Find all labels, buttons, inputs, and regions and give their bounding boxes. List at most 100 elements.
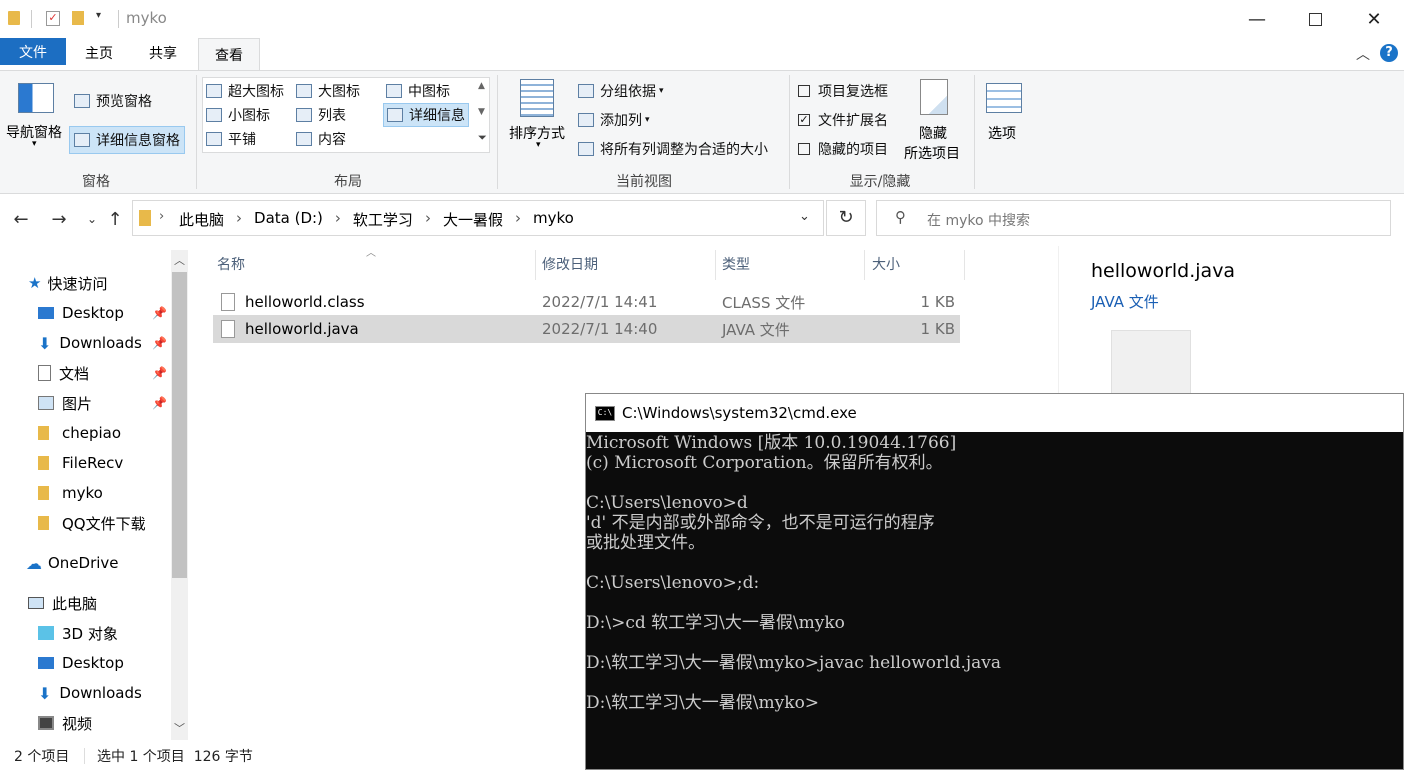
layout-tiles[interactable]: 平铺 xyxy=(206,129,256,149)
close-button[interactable]: ✕ xyxy=(1345,0,1403,38)
column-header-name[interactable]: 名称 xyxy=(217,254,245,276)
refresh-icon[interactable]: ↻ xyxy=(826,200,866,236)
sidebar-item-qq-downloads[interactable]: QQ文件下载 xyxy=(38,508,146,538)
breadcrumb-item[interactable]: Data (D:) xyxy=(254,209,323,230)
nav-pane-icon xyxy=(18,83,54,113)
column-separator[interactable] xyxy=(535,250,536,280)
options-icon xyxy=(986,83,1022,113)
sidebar-item-downloads-pc[interactable]: ⬇ Downloads xyxy=(38,678,142,708)
scroll-down-icon[interactable]: ▼ xyxy=(478,107,485,117)
scroll-up-icon[interactable]: ︿ xyxy=(174,252,185,268)
hidden-items-toggle[interactable]: 隐藏的项目 xyxy=(798,139,888,159)
separator xyxy=(974,75,975,189)
sidebar-item-label: chepiao xyxy=(62,424,122,442)
sidebar-item-3d-objects[interactable]: 3D 对象 xyxy=(38,618,118,648)
column-separator[interactable] xyxy=(964,250,965,280)
fit-columns-button[interactable]: 将所有列调整为合适的大小 xyxy=(578,139,768,159)
nav-pane-button[interactable]: 导航窗格 ▾ xyxy=(4,79,66,159)
chevron-down-icon[interactable]: ⌄ xyxy=(799,209,810,224)
sidebar-item-this-pc[interactable]: 此电脑 xyxy=(28,588,97,618)
tab-file[interactable]: 文件 xyxy=(0,38,66,65)
table-row[interactable]: helloworld.class 2022/7/1 14:41 CLASS 文件… xyxy=(213,288,960,316)
layout-details[interactable]: 详细信息 xyxy=(383,103,469,127)
breadcrumb-item[interactable]: 大一暑假 xyxy=(443,209,503,230)
sidebar-scrollbar[interactable]: ︿ ﹀ xyxy=(171,250,188,740)
maximize-button[interactable] xyxy=(1286,0,1344,38)
file-type: JAVA 文件 xyxy=(722,320,790,339)
back-arrow-icon[interactable]: ← xyxy=(7,204,35,234)
preview-pane-button[interactable]: 预览窗格 xyxy=(74,91,152,111)
column-separator[interactable] xyxy=(715,250,716,280)
chevron-down-icon[interactable]: ▾ xyxy=(96,10,101,21)
breadcrumb-item[interactable]: myko xyxy=(533,209,574,230)
folder-icon xyxy=(8,11,20,25)
sidebar-item-desktop[interactable]: Desktop xyxy=(38,298,124,328)
sidebar-item-onedrive[interactable]: ☁ OneDrive xyxy=(26,548,119,578)
breadcrumb-item[interactable]: 此电脑 xyxy=(179,209,224,230)
help-icon[interactable]: ? xyxy=(1380,44,1398,62)
sidebar-item-downloads[interactable]: ⬇ Downloads xyxy=(38,328,142,358)
checkbox[interactable] xyxy=(798,143,810,155)
scroll-up-icon[interactable]: ▲ xyxy=(478,81,485,91)
item-checkboxes-toggle[interactable]: 项目复选框 xyxy=(798,81,888,101)
sort-by-button[interactable]: 排序方式 ▾ xyxy=(504,77,572,157)
checkbox-checked[interactable]: ✓ xyxy=(798,114,810,126)
sidebar-item-label: myko xyxy=(62,484,103,502)
layout-small-icons[interactable]: 小图标 xyxy=(206,105,270,125)
hide-selected-icon xyxy=(920,79,948,115)
video-icon xyxy=(38,716,54,730)
minimize-button[interactable]: — xyxy=(1228,0,1286,38)
sidebar-item-pictures[interactable]: 图片 xyxy=(38,388,92,418)
layout-list[interactable]: 列表 xyxy=(296,105,346,125)
properties-icon[interactable]: ✓ xyxy=(46,11,60,26)
scrollbar-thumb[interactable] xyxy=(172,272,187,578)
search-input[interactable]: ⚲ 在 myko 中搜索 xyxy=(876,200,1391,236)
console-line: (c) Microsoft Corporation。保留所有权利。 xyxy=(586,453,943,473)
column-header-type[interactable]: 类型 xyxy=(722,254,750,276)
sidebar-item-label: QQ文件下载 xyxy=(62,514,146,533)
sidebar-item-myko[interactable]: myko xyxy=(38,478,103,508)
table-row-selected[interactable]: helloworld.java 2022/7/1 14:40 JAVA 文件 1… xyxy=(213,315,960,343)
column-header-modified[interactable]: 修改日期 xyxy=(542,254,598,276)
sidebar-item-chepiao[interactable]: chepiao xyxy=(38,418,121,448)
cmd-window[interactable]: C:\ C:\Windows\system32\cmd.exe Microsof… xyxy=(585,393,1404,770)
options-button[interactable]: 选项 xyxy=(982,79,1026,149)
scroll-down-icon[interactable]: ﹀ xyxy=(174,720,185,736)
tab-share[interactable]: 共享 xyxy=(134,38,192,68)
hide-selected-button[interactable]: 隐藏 所选项目 xyxy=(900,77,970,163)
layout-medium-icons[interactable]: 中图标 xyxy=(386,81,450,101)
cmd-title-bar[interactable]: C:\ C:\Windows\system32\cmd.exe xyxy=(586,394,1403,432)
sidebar-item-filerecv[interactable]: FileRecv xyxy=(38,448,123,478)
add-column-button[interactable]: 添加列 ▾ xyxy=(578,110,650,130)
console-line: C:\Users\lenovo>;d: xyxy=(586,573,760,593)
column-separator[interactable] xyxy=(864,250,865,280)
tab-home[interactable]: 主页 xyxy=(70,38,128,68)
sidebar-item-quick-access[interactable]: ★ 快速访问 xyxy=(28,268,107,298)
breadcrumb-item[interactable]: 软工学习 xyxy=(353,209,413,230)
layout-label: 小图标 xyxy=(228,108,270,124)
details-pane-label: 详细信息窗格 xyxy=(96,133,180,149)
preview-filename: helloworld.java xyxy=(1091,260,1236,282)
address-bar[interactable]: › 此电脑 › Data (D:) › 软工学习 › 大一暑假 › myko ⌄ xyxy=(132,200,824,236)
layout-content[interactable]: 内容 xyxy=(296,129,346,149)
layout-large-icons[interactable]: 大图标 xyxy=(296,81,360,101)
cmd-console[interactable]: Microsoft Windows [版本 10.0.19044.1766] (… xyxy=(586,432,1403,769)
expand-gallery-icon[interactable]: ⏷ xyxy=(478,131,487,145)
forward-arrow-icon[interactable]: → xyxy=(45,204,73,234)
column-header-size[interactable]: 大小 xyxy=(872,254,900,276)
file-extensions-toggle[interactable]: ✓ 文件扩展名 xyxy=(798,110,888,130)
up-arrow-icon[interactable]: ↑ xyxy=(101,204,129,234)
checkbox[interactable] xyxy=(798,85,810,97)
layout-label: 内容 xyxy=(318,132,346,148)
tab-view[interactable]: 查看 xyxy=(198,38,260,70)
group-by-button[interactable]: 分组依据 ▾ xyxy=(578,81,664,101)
sidebar-item-videos[interactable]: 视频 xyxy=(38,708,92,738)
sidebar-item-desktop-pc[interactable]: Desktop xyxy=(38,648,124,678)
chevron-up-icon[interactable]: ︿ xyxy=(1356,44,1370,64)
new-folder-icon[interactable] xyxy=(72,11,84,25)
sidebar-item-documents[interactable]: 文档 xyxy=(38,358,89,388)
layout-extra-large-icons[interactable]: 超大图标 xyxy=(206,81,284,101)
details-pane-button[interactable]: 详细信息窗格 xyxy=(69,126,185,154)
grid-icon xyxy=(206,108,222,122)
